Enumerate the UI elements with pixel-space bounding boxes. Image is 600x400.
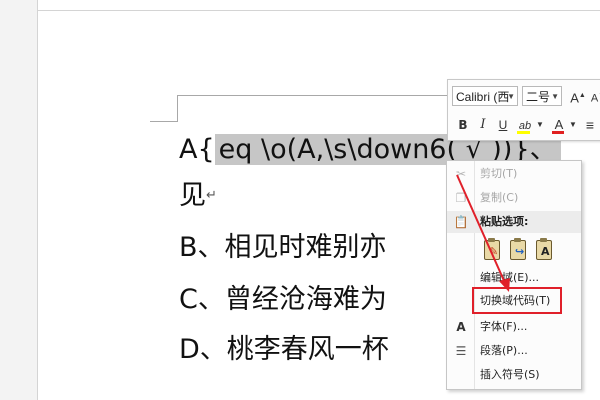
highlight-color-bar	[517, 131, 530, 134]
menu-item-edit-field[interactable]: 编辑域(E)...	[447, 267, 581, 289]
copy-icon: ❐	[455, 191, 467, 205]
context-menu: ✂ 剪切(T) ❐ 复制(C) 📋 粘贴选项: ✎ ↪ A 编辑域(E)... …	[446, 160, 582, 390]
paste-keep-source-button[interactable]: ✎	[481, 237, 503, 261]
margin-corner-mark	[177, 95, 178, 121]
menu-item-label: 字体(F)...	[480, 320, 528, 333]
margin-corner-mark-h	[150, 121, 178, 122]
line-see-text: 见	[179, 180, 206, 211]
highlight-dropdown-button[interactable]: ▼	[536, 115, 544, 135]
menu-item-cut[interactable]: ✂ 剪切(T)	[447, 163, 581, 185]
menu-item-paragraph[interactable]: ☰ 段落(P)...	[447, 340, 581, 362]
paste-text-only-button[interactable]: A	[533, 237, 555, 261]
underline-button[interactable]: U	[494, 115, 512, 135]
text-only-icon: A	[541, 245, 550, 258]
paste-merge-formatting-button[interactable]: ↪	[507, 237, 529, 261]
brush-icon: ✎	[489, 245, 499, 258]
clipboard-clip	[488, 238, 495, 242]
bold-button[interactable]: B	[454, 115, 472, 135]
merge-arrow-icon: ↪	[515, 245, 525, 258]
font-size-value: 二号	[526, 90, 551, 104]
font-color-bar	[552, 131, 564, 134]
menu-item-font[interactable]: A 字体(F)...	[447, 316, 581, 338]
menu-item-label: 编辑域(E)...	[480, 271, 540, 284]
mini-toolbar: Calibri (西 ▼ 二号 ▼ A▲ A▼ B I U ab ▼ A ▼ ≡	[447, 79, 600, 141]
highlight-button[interactable]: ab	[514, 115, 536, 135]
font-color-dropdown-button[interactable]: ▼	[569, 115, 577, 135]
chevron-down-icon: ▼	[507, 92, 515, 101]
document-line-b[interactable]: B、相见时难别亦	[179, 228, 387, 268]
clipboard-clip	[514, 238, 521, 242]
chevron-down-icon: ▼	[551, 92, 559, 101]
font-color-button[interactable]: A	[548, 115, 570, 135]
styles-button[interactable]: ≡	[581, 115, 599, 135]
menu-item-insert-symbol[interactable]: 插入符号(S)	[447, 364, 581, 386]
font-icon: A	[456, 320, 466, 334]
paste-options-row: ✎ ↪ A	[475, 235, 575, 263]
document-line-d[interactable]: D、桃李春风一杯	[179, 330, 389, 370]
menu-item-label: 剪切(T)	[480, 167, 518, 180]
font-size-combo[interactable]: 二号 ▼	[522, 86, 562, 106]
scissors-icon: ✂	[455, 167, 467, 181]
menu-item-label: 复制(C)	[480, 191, 519, 204]
menu-paste-options-header: 📋 粘贴选项:	[447, 211, 581, 233]
document-line-see[interactable]: 见↵	[179, 176, 217, 216]
grow-font-icon: A	[570, 90, 579, 106]
menu-item-copy[interactable]: ❐ 复制(C)	[447, 187, 581, 209]
font-name-value: Calibri (西	[456, 90, 510, 104]
paste-icon: 📋	[453, 215, 469, 229]
margin-guide-top	[177, 95, 449, 96]
page-top-edge	[37, 10, 600, 11]
italic-button[interactable]: I	[474, 115, 492, 135]
font-name-combo[interactable]: Calibri (西 ▼	[452, 86, 518, 106]
line-a-prefix: A{	[179, 134, 215, 165]
annotation-highlight-box	[472, 287, 562, 314]
document-line-c[interactable]: C、曾经沧海难为	[179, 280, 387, 320]
menu-item-label: 段落(P)...	[480, 344, 528, 357]
clipboard-clip	[540, 238, 547, 242]
shrink-font-button[interactable]: A▼	[589, 86, 600, 106]
menu-item-label: 插入符号(S)	[480, 368, 540, 381]
paragraph-mark: ↵	[206, 188, 217, 203]
paragraph-icon: ☰	[455, 344, 467, 358]
font-color-icon: A	[554, 117, 564, 132]
grow-font-button[interactable]: A▲	[569, 86, 587, 106]
menu-item-label: 粘贴选项:	[480, 215, 529, 228]
